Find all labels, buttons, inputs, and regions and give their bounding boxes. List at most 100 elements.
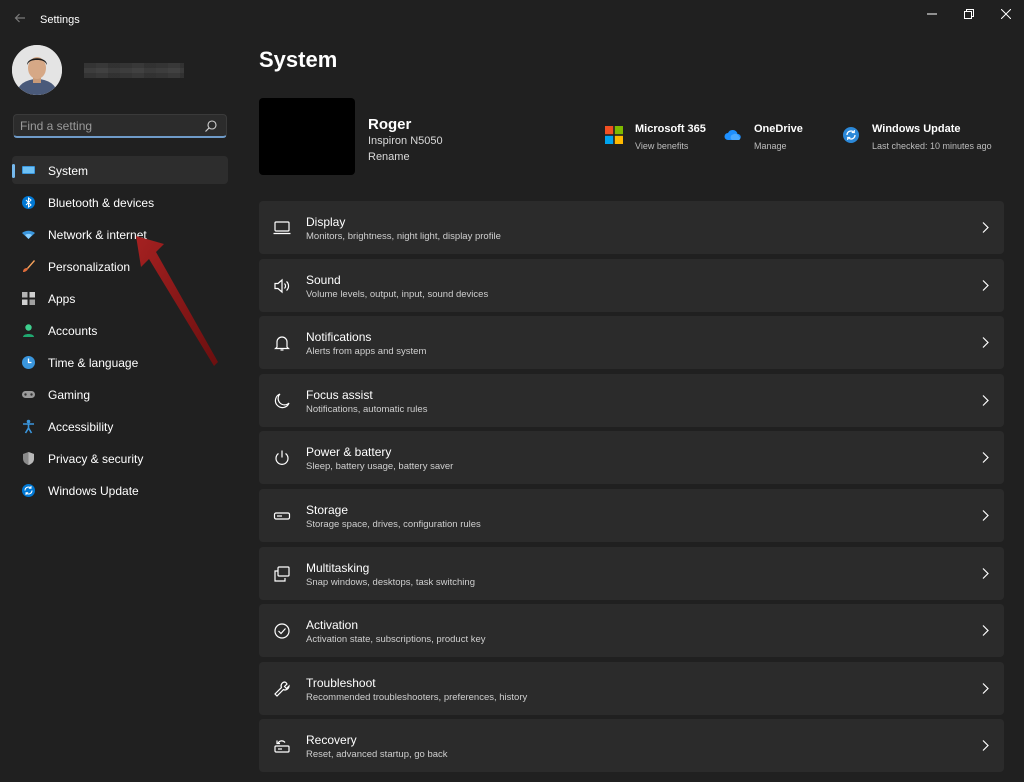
card-focus-assist[interactable]: Focus assist Notifications, automatic ru…	[259, 373, 1004, 427]
card-subtitle: Snap windows, desktops, task switching	[306, 576, 475, 588]
sync-icon	[22, 484, 35, 497]
quick-link-microsoft-365[interactable]: Microsoft 365 View benefits	[605, 120, 720, 160]
restore-icon	[964, 9, 974, 19]
speaker-icon	[274, 278, 290, 293]
cloud-icon	[724, 129, 741, 140]
card-subtitle: Monitors, brightness, night light, displ…	[306, 231, 501, 242]
chevron-right-icon	[982, 625, 989, 637]
sidebar-item-label: Windows Update	[48, 484, 139, 498]
minimize-icon	[927, 13, 937, 15]
back-button[interactable]	[8, 6, 32, 30]
drive-icon	[273, 512, 291, 520]
settings-card-list: Display Monitors, brightness, night ligh…	[259, 201, 1004, 777]
device-image	[259, 98, 355, 175]
sidebar-item-gaming[interactable]: Gaming	[12, 380, 228, 408]
card-title: Multitasking	[306, 560, 370, 575]
chevron-right-icon	[982, 279, 989, 291]
quick-link-subtitle: Manage	[754, 141, 787, 151]
sidebar-item-bluetooth[interactable]: Bluetooth & devices	[12, 188, 228, 216]
rename-link[interactable]: Rename	[368, 151, 410, 163]
search-icon[interactable]	[204, 119, 218, 133]
quick-link-title: Windows Update	[872, 123, 961, 135]
monitor-icon	[273, 221, 291, 235]
chevron-right-icon	[982, 740, 989, 752]
sidebar-item-label: Privacy & security	[48, 452, 144, 466]
card-display[interactable]: Display Monitors, brightness, night ligh…	[259, 201, 1004, 254]
sidebar-item-system[interactable]: System	[12, 156, 228, 184]
card-subtitle: Volume levels, output, input, sound devi…	[306, 288, 489, 300]
quick-link-windows-update[interactable]: Windows Update Last checked: 10 minutes …	[842, 120, 1007, 160]
chevron-right-icon	[982, 682, 989, 694]
chevron-right-icon	[982, 394, 989, 406]
annotation-arrow	[136, 236, 218, 366]
sidebar-item-label: Apps	[48, 292, 76, 306]
profile-name-redacted-overlay	[84, 63, 184, 78]
sidebar-item-label: Bluetooth & devices	[48, 196, 155, 210]
sidebar-item-windows-update[interactable]: Windows Update	[12, 476, 228, 504]
sidebar-item-label: Personalization	[48, 260, 131, 274]
chevron-right-icon	[982, 567, 989, 579]
quick-link-onedrive[interactable]: OneDrive Manage	[724, 120, 824, 160]
card-title: Storage	[306, 502, 349, 517]
title-bar: Settings	[0, 0, 1024, 38]
brush-icon	[23, 260, 35, 272]
moon-icon	[274, 393, 290, 408]
person-icon	[23, 324, 34, 337]
sidebar-item-accessibility[interactable]: Accessibility	[12, 412, 228, 440]
card-sound[interactable]: Sound Volume levels, output, input, soun…	[259, 258, 1004, 312]
card-recovery[interactable]: Recovery Reset, advanced startup, go bac…	[259, 719, 1004, 773]
back-arrow-icon	[14, 13, 25, 23]
multitask-icon	[274, 565, 290, 582]
globe-clock-icon	[22, 356, 35, 369]
minimize-button[interactable]	[914, 0, 950, 28]
card-title: Recovery	[306, 733, 357, 748]
restore-button[interactable]	[951, 0, 987, 28]
card-subtitle: Sleep, battery usage, battery saver	[306, 461, 454, 473]
wifi-icon	[22, 230, 35, 239]
sidebar-item-privacy-security[interactable]: Privacy & security	[12, 444, 228, 472]
update-icon	[843, 127, 859, 143]
card-title: Notifications	[306, 330, 372, 345]
search-box[interactable]	[13, 114, 227, 138]
apps-icon	[22, 292, 35, 305]
card-storage[interactable]: Storage Storage space, drives, configura…	[259, 488, 1004, 542]
page-title: System	[259, 47, 338, 72]
accessibility-icon	[23, 419, 34, 434]
card-activation[interactable]: Activation Activation state, subscriptio…	[259, 604, 1004, 658]
system-icon	[22, 166, 35, 174]
quick-link-title: OneDrive	[754, 123, 803, 135]
card-title: Focus assist	[306, 387, 373, 402]
search-input[interactable]	[20, 117, 200, 135]
wrench-icon	[274, 681, 290, 697]
sidebar-item-label: Accounts	[48, 324, 98, 338]
shield-icon	[23, 452, 34, 465]
bluetooth-icon	[22, 196, 35, 209]
card-title: Troubleshoot	[306, 675, 376, 690]
sidebar-item-label: Gaming	[48, 388, 91, 402]
card-title: Power & battery	[306, 445, 392, 460]
sidebar-item-label: System	[48, 164, 89, 178]
gamepad-icon	[22, 391, 35, 398]
sidebar-item-label: Accessibility	[48, 420, 114, 434]
close-icon	[1001, 9, 1011, 19]
quick-link-subtitle: View benefits	[635, 141, 689, 151]
avatar[interactable]	[12, 45, 62, 95]
card-subtitle: Alerts from apps and system	[306, 346, 427, 358]
microsoft-logo-icon	[605, 126, 623, 144]
card-notifications[interactable]: Notifications Alerts from apps and syste…	[259, 316, 1004, 370]
app-title: Settings	[40, 14, 80, 26]
selection-indicator	[12, 164, 15, 178]
chevron-right-icon	[982, 222, 989, 233]
card-title: Sound	[306, 272, 341, 287]
card-subtitle: Reset, advanced startup, go back	[306, 749, 448, 761]
close-button[interactable]	[988, 0, 1024, 28]
bell-icon	[274, 336, 290, 351]
quick-link-subtitle: Last checked: 10 minutes ago	[872, 141, 992, 151]
card-subtitle: Activation state, subscriptions, product…	[306, 634, 486, 646]
power-icon	[275, 450, 289, 466]
card-multitasking[interactable]: Multitasking Snap windows, desktops, tas…	[259, 546, 1004, 600]
card-power-battery[interactable]: Power & battery Sleep, battery usage, ba…	[259, 431, 1004, 485]
device-model: Inspiron N5050	[368, 135, 443, 147]
card-troubleshoot[interactable]: Troubleshoot Recommended troubleshooters…	[259, 661, 1004, 715]
recovery-icon	[274, 740, 290, 753]
